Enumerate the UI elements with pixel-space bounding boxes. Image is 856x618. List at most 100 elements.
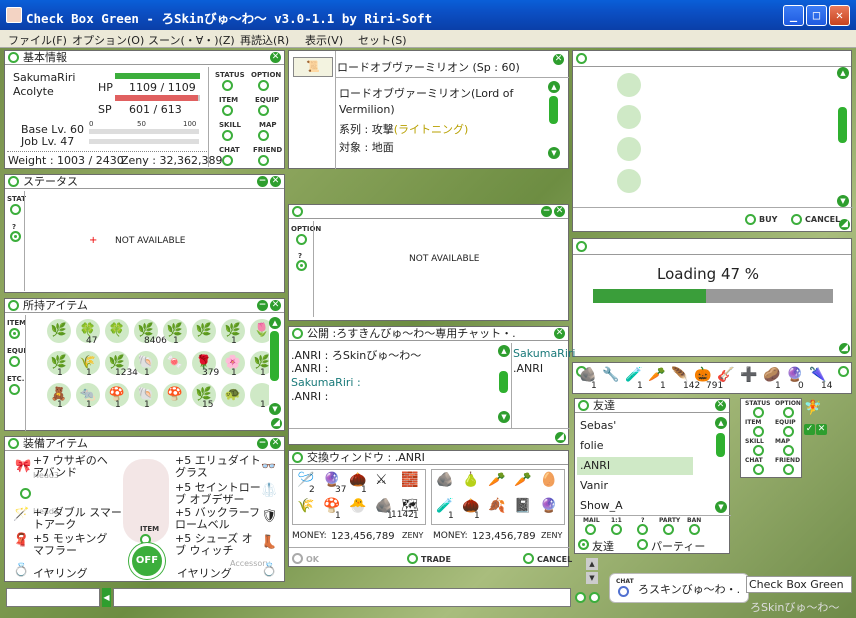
- inventory-slot[interactable]: 🌿: [192, 319, 216, 343]
- trade-item-icon[interactable]: 🪨: [436, 472, 453, 488]
- party-tab[interactable]: [637, 539, 648, 550]
- equip-slot-shield[interactable]: +5 バックラーフロームベル: [175, 507, 261, 531]
- equip-slot-weapon[interactable]: +7 ダブル スマートアーク: [33, 507, 125, 531]
- whisper-button[interactable]: [611, 524, 622, 535]
- arrow-left-icon[interactable]: ◀: [102, 588, 111, 607]
- shop-scrollbar[interactable]: ▲ ▼: [837, 67, 849, 207]
- off-button[interactable]: OFF: [129, 543, 165, 579]
- inventory-slot[interactable]: 🌿: [47, 319, 71, 343]
- item-button[interactable]: [222, 105, 233, 116]
- close-status-icon[interactable]: ✕: [270, 176, 281, 187]
- mail-button[interactable]: [585, 524, 596, 535]
- help-tab[interactable]: [10, 231, 21, 242]
- minimenu-map-button[interactable]: [783, 445, 794, 456]
- option-tab[interactable]: [296, 234, 307, 245]
- shop-slot[interactable]: [617, 105, 641, 129]
- equip-button[interactable]: [258, 105, 269, 116]
- help-tab[interactable]: [296, 260, 307, 271]
- party-button[interactable]: [663, 524, 674, 535]
- chat-member[interactable]: SakumaRiri: [513, 347, 575, 360]
- shop-slot[interactable]: [617, 73, 641, 97]
- inventory-slot[interactable]: 🐢: [221, 383, 245, 407]
- loading-toggle-icon[interactable]: [576, 241, 587, 252]
- equip-slot-head[interactable]: +7 ウサギのヘアバンド: [33, 455, 117, 479]
- scroll-up-icon[interactable]: ▲: [715, 417, 727, 429]
- trade-item-icon[interactable]: 📓: [514, 498, 531, 514]
- trade-toggle-icon[interactable]: [292, 452, 303, 463]
- chat-button[interactable]: [222, 155, 233, 166]
- friends-toggle-icon[interactable]: [578, 400, 589, 411]
- hotbar-item-icon[interactable]: 🔧: [602, 367, 619, 383]
- friend-row[interactable]: folie: [577, 437, 693, 455]
- chat-input-left[interactable]: [6, 588, 100, 607]
- friend-row[interactable]: Sebas': [577, 417, 693, 435]
- chatroom-bubble[interactable]: CHAT ろスキンびゅ～わ・.: [609, 573, 749, 603]
- cancel-button[interactable]: [791, 214, 802, 225]
- status-button[interactable]: [222, 80, 233, 91]
- minimenu-chat-button[interactable]: [753, 464, 764, 475]
- hotbar-toggle-icon[interactable]: [838, 366, 849, 377]
- skill-button[interactable]: [222, 130, 233, 141]
- hotbar-item-icon[interactable]: 🎸: [717, 367, 734, 383]
- menu-file[interactable]: ファイル(F): [8, 32, 67, 48]
- shop-toggle-icon[interactable]: [576, 53, 587, 64]
- minimenu-option-button[interactable]: [783, 407, 794, 418]
- equip-toggle-icon[interactable]: [8, 438, 19, 449]
- equip-slot-garment[interactable]: +5 モッキングマフラー: [33, 533, 113, 557]
- minimize-option-icon[interactable]: −: [541, 206, 552, 217]
- close-equip-icon[interactable]: ✕: [270, 438, 281, 449]
- resize-icon[interactable]: ◢: [555, 432, 566, 443]
- scroll-thumb[interactable]: [499, 371, 508, 393]
- shop-slot[interactable]: [617, 169, 641, 193]
- friend-row[interactable]: Vanir: [577, 477, 693, 495]
- equip-slot-accessory-right[interactable]: イヤリング: [177, 565, 232, 581]
- equip-tab[interactable]: [9, 356, 20, 367]
- scroll-thumb[interactable]: [270, 331, 279, 381]
- inventory-slot[interactable]: 🍀: [105, 319, 129, 343]
- trade-item-icon[interactable]: 🌾: [297, 498, 314, 514]
- minimize-equip-icon[interactable]: −: [257, 438, 268, 449]
- resize-icon[interactable]: ◢: [839, 219, 850, 230]
- menu-set[interactable]: セット(S): [358, 32, 407, 48]
- chat-member[interactable]: .ANRI: [513, 362, 543, 375]
- stat-tab[interactable]: [10, 204, 21, 215]
- map-button[interactable]: [258, 130, 269, 141]
- inventory-slot[interactable]: 🍄: [163, 383, 187, 407]
- friend-button[interactable]: [258, 155, 269, 166]
- scroll-down-icon[interactable]: ▼: [269, 403, 281, 415]
- ban-button[interactable]: [689, 524, 700, 535]
- option-toggle-icon[interactable]: [292, 206, 303, 217]
- resize-icon[interactable]: ◢: [271, 418, 282, 429]
- resize-icon[interactable]: ◢: [839, 343, 850, 354]
- close-option-icon[interactable]: ✕: [554, 206, 565, 217]
- close-skill-icon[interactable]: ✕: [553, 54, 564, 65]
- chat-toggle-icon[interactable]: [292, 328, 303, 339]
- trade-item-icon[interactable]: 🐣: [349, 498, 366, 514]
- scroll-up-icon[interactable]: ▲: [548, 81, 560, 93]
- friends-tab[interactable]: [578, 539, 589, 550]
- menu-option[interactable]: オプション(O): [72, 32, 144, 48]
- ok-button[interactable]: [292, 553, 303, 564]
- minimenu-status-button[interactable]: [753, 407, 764, 418]
- inventory-scrollbar[interactable]: ▲ ▼: [269, 317, 281, 415]
- chat-input-main[interactable]: [113, 588, 571, 607]
- scroll-down-icon[interactable]: ▼: [548, 147, 560, 159]
- inventory-toggle-icon[interactable]: [8, 300, 19, 311]
- minimize-button[interactable]: _: [783, 5, 804, 26]
- trade-button[interactable]: [407, 553, 418, 564]
- scroll-up-icon[interactable]: ▲: [498, 345, 510, 357]
- trade-item-icon[interactable]: 🔮: [540, 498, 557, 514]
- trade-cancel-button[interactable]: [523, 553, 534, 564]
- scroll-down-icon[interactable]: ▼: [498, 411, 510, 423]
- skill-scrollbar[interactable]: ▲ ▼: [548, 81, 560, 161]
- trade-item-icon[interactable]: 🥚: [540, 472, 557, 488]
- minimize-inventory-icon[interactable]: −: [257, 300, 268, 311]
- hotbar-item-icon[interactable]: ➕: [740, 367, 757, 383]
- inventory-slot[interactable]: 🍬: [163, 351, 187, 375]
- minimenu-equip-button[interactable]: [783, 426, 794, 437]
- equip-slot-glasses[interactable]: +5 エリュダイトグラス: [175, 455, 261, 479]
- minimenu-friend-button[interactable]: [783, 464, 794, 475]
- trade-item-icon[interactable]: 🧱: [401, 472, 418, 488]
- trade-item-icon[interactable]: 🍂: [488, 498, 505, 514]
- minimize-status-icon[interactable]: −: [257, 176, 268, 187]
